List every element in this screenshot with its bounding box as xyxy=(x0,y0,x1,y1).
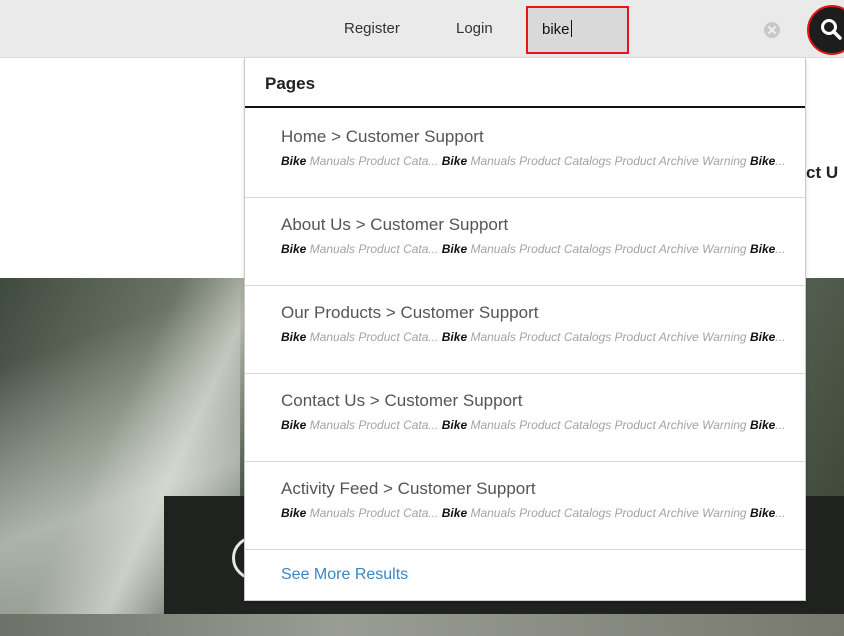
result-item[interactable]: About Us > Customer Support Bike Manuals… xyxy=(245,198,805,286)
result-title: Activity Feed > Customer Support xyxy=(281,479,536,498)
search-icon xyxy=(821,19,842,40)
search-input-value: bike xyxy=(542,21,570,38)
hero-road xyxy=(0,614,844,636)
top-bar: Register Login bike xyxy=(0,0,844,58)
result-item[interactable]: Our Products > Customer Support Bike Man… xyxy=(245,286,805,374)
result-snippet: Bike Manuals Product Cata... Bike Manual… xyxy=(281,242,786,256)
result-item[interactable]: Home > Customer Support Bike Manuals Pro… xyxy=(245,110,805,198)
partial-heading: ct U xyxy=(806,163,839,182)
result-title: Home > Customer Support xyxy=(281,127,484,146)
section-title: Pages xyxy=(265,74,316,93)
result-title: About Us > Customer Support xyxy=(281,215,509,234)
result-snippet: Bike Manuals Product Cata... Bike Manual… xyxy=(281,418,786,432)
result-item[interactable]: Contact Us > Customer Support Bike Manua… xyxy=(245,374,805,462)
result-snippet: Bike Manuals Product Cata... Bike Manual… xyxy=(281,330,786,344)
result-snippet: Bike Manuals Product Cata... Bike Manual… xyxy=(281,154,786,168)
dropdown-section-header: Pages xyxy=(245,58,805,108)
result-title: Contact Us > Customer Support xyxy=(281,391,523,410)
login-link[interactable]: Login xyxy=(456,20,493,37)
clear-icon[interactable] xyxy=(764,22,780,38)
result-title: Our Products > Customer Support xyxy=(281,303,539,322)
search-button[interactable] xyxy=(807,5,844,55)
text-caret xyxy=(570,20,572,37)
search-suggestions-dropdown: Pages Home > Customer Support Bike Manua… xyxy=(244,58,806,601)
see-more-results-link[interactable]: See More Results xyxy=(281,566,408,584)
result-snippet: Bike Manuals Product Cata... Bike Manual… xyxy=(281,506,786,520)
result-item[interactable]: Activity Feed > Customer Support Bike Ma… xyxy=(245,462,805,550)
search-input[interactable]: bike xyxy=(526,6,629,54)
register-link[interactable]: Register xyxy=(344,20,400,37)
